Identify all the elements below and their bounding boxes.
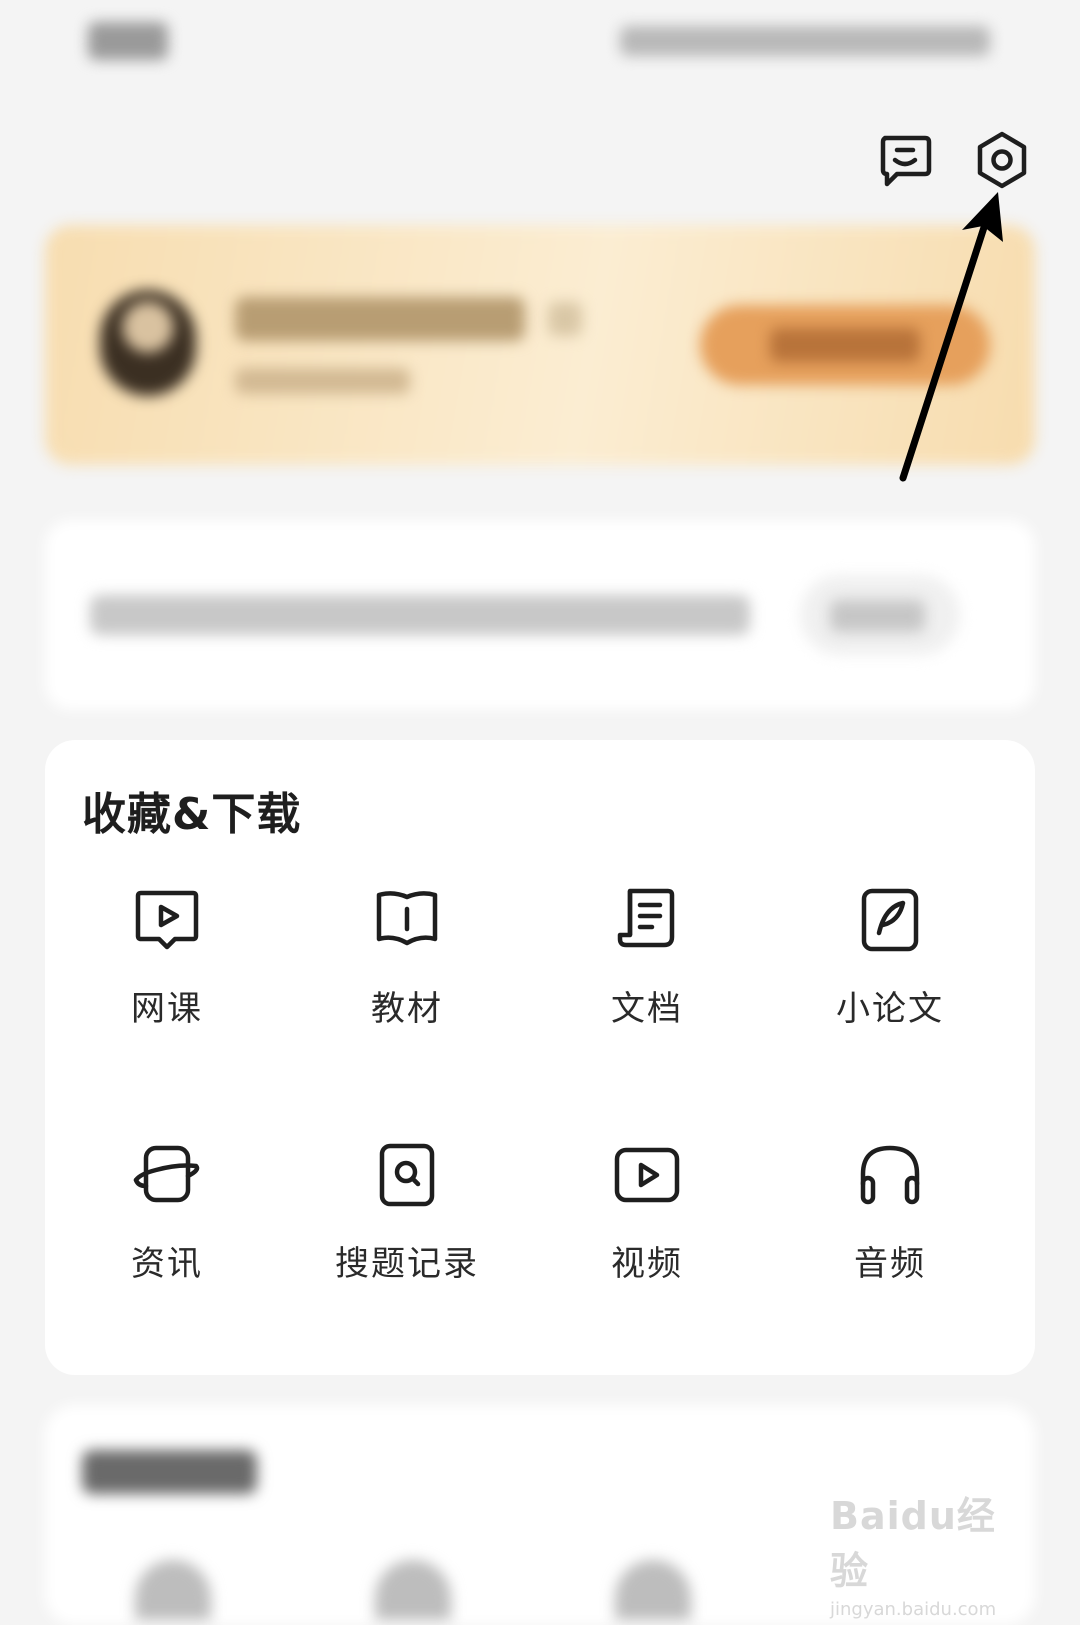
user-subtitle-blurred (235, 368, 410, 394)
watermark: Baidu经验 jingyan.baidu.com (830, 1485, 1030, 1620)
search-record-icon (379, 1143, 435, 1207)
settings-button[interactable] (972, 130, 1032, 190)
grid-item-label: 音频 (854, 1244, 926, 1284)
notice-text-blurred (90, 595, 750, 635)
grid-item-document[interactable]: 文档 (537, 885, 757, 1045)
online-course-icon (135, 890, 199, 950)
grid-item-label: 搜题记录 (335, 1244, 479, 1284)
vip-action-label-blurred (770, 328, 920, 362)
favorites-title: 收藏&下载 (82, 789, 302, 840)
status-time-blurred (88, 22, 168, 60)
textbook-icon (376, 891, 438, 946)
audio-icon (860, 1145, 920, 1205)
username-blurred (235, 297, 525, 341)
watermark-brand: Baidu经验 (830, 1494, 996, 1593)
document-icon (617, 888, 675, 948)
message-button[interactable] (875, 130, 935, 190)
settings-icon (977, 131, 1027, 189)
notice-button-label-blurred (830, 600, 925, 632)
grid-item-label: 网课 (131, 989, 203, 1029)
grid-item-video[interactable]: 视频 (537, 1140, 757, 1300)
grid-item-search-record[interactable]: 搜题记录 (297, 1140, 517, 1300)
chevron-right-icon (548, 302, 582, 336)
grid-item-news[interactable]: 资讯 (57, 1140, 277, 1300)
grid-item-textbook[interactable]: 教材 (297, 885, 517, 1045)
watermark-url: jingyan.baidu.com (830, 1599, 997, 1620)
video-icon (614, 1147, 680, 1203)
grid-item-online-course[interactable]: 网课 (57, 885, 277, 1045)
grid-item-label: 视频 (611, 1244, 683, 1284)
tools-title-blurred (82, 1450, 257, 1494)
grid-item-label: 资讯 (131, 1244, 203, 1284)
status-bar (0, 0, 1080, 90)
essay-icon (861, 888, 919, 952)
grid-item-label: 教材 (371, 989, 443, 1029)
grid-item-label: 文档 (611, 989, 683, 1029)
status-indicators-blurred (620, 26, 990, 56)
news-icon (133, 1145, 200, 1203)
avatar[interactable] (100, 290, 196, 396)
grid-item-label: 小论文 (836, 989, 944, 1029)
grid-item-audio[interactable]: 音频 (780, 1140, 1000, 1300)
grid-item-essay[interactable]: 小论文 (780, 885, 1000, 1045)
message-icon (880, 135, 932, 187)
